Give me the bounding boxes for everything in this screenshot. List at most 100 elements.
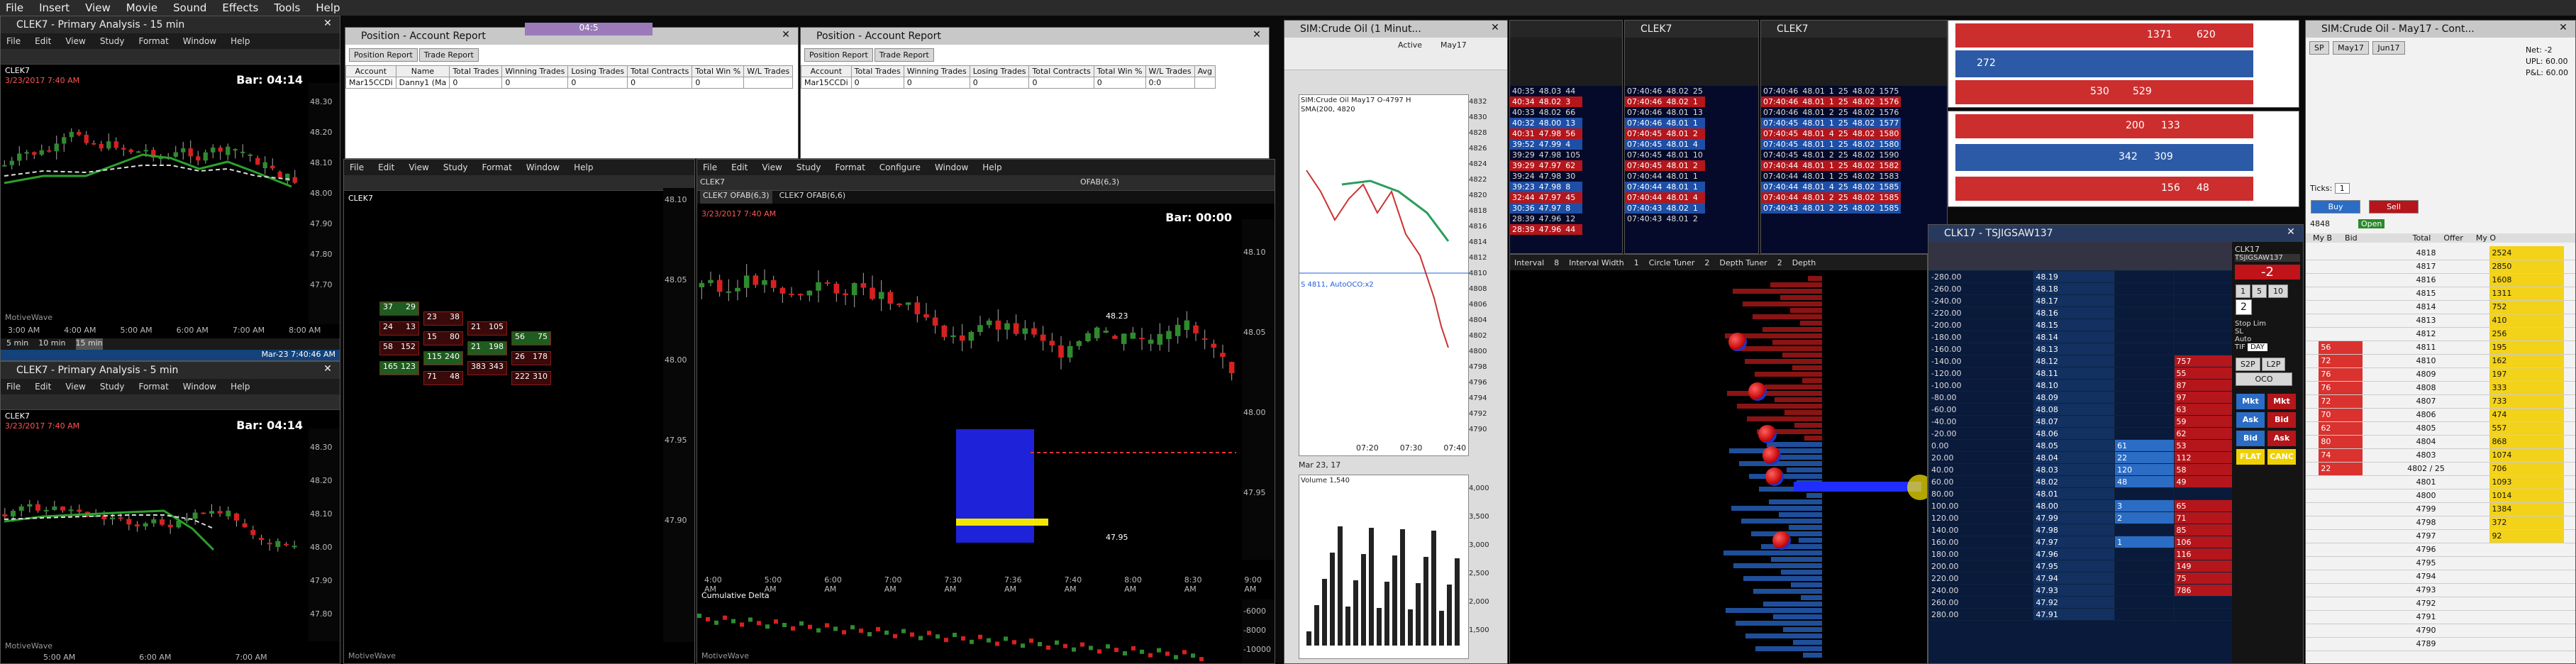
close-icon[interactable]: ✕ [2557, 22, 2570, 35]
menu-item[interactable]: Help [231, 382, 250, 392]
table-row[interactable]: 30:36 47.97 8 [1510, 203, 1583, 214]
table-row[interactable]: 07:40:45 48.01 2 [1625, 128, 1705, 139]
toolbar[interactable]: CLEK7 OFAB(6,3) [697, 175, 1275, 191]
ladder-row[interactable]: 140.00 47.98 85 [1928, 524, 2234, 536]
ask-buy-button[interactable]: Ask [2236, 412, 2265, 428]
dom-row[interactable]: 76 4809 197 [2306, 367, 2575, 382]
auto-checkbox[interactable]: Auto [2235, 336, 2251, 343]
control-value[interactable]: 1 [1634, 258, 1639, 267]
cancel-button[interactable]: CANC [2267, 449, 2296, 465]
dom-row[interactable]: 72 4810 162 [2306, 354, 2575, 368]
table-row[interactable]: 07:40:44 48.01 1 25 48.02 1582 [1761, 160, 1902, 171]
table-row[interactable]: 07:40:46 48.01 13 [1625, 107, 1705, 118]
ladder-row[interactable]: 20.00 48.04 22 112 [1928, 451, 2234, 464]
menu-item[interactable]: File [350, 162, 364, 172]
table-row[interactable]: 39:29 47.97 62 [1510, 160, 1583, 171]
table-row[interactable]: 07:40:45 48.01 1 25 48.02 1580 [1761, 139, 1902, 150]
ladder-row[interactable]: -140.00 48.12 757 [1928, 355, 2234, 367]
ladder-row[interactable]: 120.00 47.99 2 71 [1928, 511, 2234, 524]
menu-item[interactable]: Format [835, 162, 865, 172]
mkt-sell-button[interactable]: Mkt [2267, 394, 2296, 409]
dom-row[interactable]: 4789 [2306, 637, 2575, 651]
menu-item[interactable]: Study [796, 162, 821, 172]
table-row[interactable]: 40:31 47.98 56 [1510, 128, 1583, 139]
ladder-row[interactable]: 240.00 47.93 786 [1928, 584, 2234, 597]
account-select[interactable]: TSJIGSAW137 [2235, 254, 2300, 262]
menu-item[interactable]: File [703, 162, 717, 172]
dom-row[interactable]: 4798 372 [2306, 516, 2575, 530]
dom-row[interactable]: 76 4808 333 [2306, 381, 2575, 395]
flat-button[interactable]: FLAT [2236, 449, 2265, 465]
dom-row[interactable]: 74 4803 1074 [2306, 448, 2575, 463]
table-row[interactable]: 07:40:45 48.01 1 25 48.02 1577 [1761, 118, 1902, 128]
dom-row[interactable]: 4817 2850 [2306, 260, 2575, 274]
dom-row[interactable]: 72 4807 733 [2306, 394, 2575, 409]
table-row[interactable]: 07:40:44 48.01 1 25 48.02 1583 [1761, 171, 1901, 182]
dom-row[interactable]: 4815 1311 [2306, 287, 2575, 301]
close-icon[interactable]: ✕ [1250, 29, 1263, 42]
menu-item[interactable]: Edit [35, 36, 51, 46]
dom-row[interactable]: 4794 [2306, 570, 2575, 584]
table-row[interactable]: 07:40:46 48.01 2 25 48.02 1576 [1761, 107, 1901, 118]
ladder-row[interactable]: -40.00 48.07 59 [1928, 415, 2234, 428]
toolbar[interactable] [344, 175, 694, 191]
table-row[interactable]: 07:40:44 48.01 1 [1625, 182, 1705, 192]
table-row[interactable]: 39:23 47.98 8 [1510, 182, 1583, 192]
table-row[interactable]: 39:29 47.98 105 [1510, 150, 1582, 160]
chart-tab[interactable]: CLEK7 OFAB(6,3) [700, 191, 772, 204]
tab-trade-report[interactable]: Trade Report [874, 48, 934, 62]
ladder-row[interactable]: -120.00 48.11 55 [1928, 367, 2234, 380]
table-row[interactable]: 28:39 47.96 12 [1510, 214, 1582, 224]
dom-row[interactable]: 80 4804 868 [2306, 435, 2575, 449]
menu-insert[interactable]: Insert [39, 1, 70, 14]
recording-bar[interactable]: 04:5 [525, 23, 653, 35]
ladder-row[interactable]: 220.00 47.94 75 [1928, 572, 2234, 585]
table-row[interactable]: 07:40:44 48.01 4 [1625, 192, 1705, 203]
ladder-row[interactable]: -280.00 48.19 [1928, 270, 2234, 283]
menu-item[interactable]: File [6, 382, 21, 392]
menu-item[interactable]: Format [138, 382, 168, 392]
dom-row[interactable]: 62 4805 557 [2306, 421, 2575, 436]
menu-view[interactable]: View [85, 1, 111, 14]
contract-select[interactable]: May17 [1440, 40, 1467, 50]
table-row[interactable]: 07:40:46 48.01 1 [1625, 118, 1705, 128]
table-row[interactable]: Mar15CCDi 0 0 0 0 0 0:0 [801, 77, 1216, 89]
menu-item[interactable]: Configure [879, 162, 921, 172]
table-row[interactable]: 28:39 47.96 44 [1510, 224, 1583, 235]
tab-position-report[interactable]: Position Report [804, 48, 873, 62]
study-select[interactable]: OFAB(6,3) [1080, 177, 1119, 187]
ladder-row[interactable]: 200.00 47.95 149 [1928, 560, 2234, 572]
close-icon[interactable]: ✕ [321, 363, 334, 376]
menu-item[interactable]: Edit [35, 382, 51, 392]
qty-button[interactable]: 10 [2268, 284, 2288, 298]
interval-button[interactable]: 10 min [38, 338, 65, 350]
table-row[interactable]: 07:40:45 48.01 4 25 48.02 1580 [1761, 128, 1902, 139]
dom-row[interactable]: 4816 1608 [2306, 273, 2575, 287]
bid-buy-button[interactable]: Bid [2236, 431, 2265, 446]
dom-row[interactable]: 4814 752 [2306, 300, 2575, 314]
menu-item[interactable]: Help [574, 162, 593, 172]
qty-button[interactable]: 1 [2236, 284, 2250, 298]
menu-movie[interactable]: Movie [126, 1, 157, 14]
table-row[interactable]: 07:40:46 48.02 25 [1625, 86, 1705, 96]
menu-item[interactable]: Help [231, 36, 250, 46]
symbol-select[interactable]: SP [2309, 41, 2329, 55]
menu-item[interactable]: Window [935, 162, 968, 172]
ladder-row[interactable]: 280.00 47.91 [1928, 608, 2234, 621]
menu-item[interactable]: View [65, 36, 85, 46]
sell-button[interactable]: Sell [2369, 200, 2419, 214]
tab-trade-report[interactable]: Trade Report [418, 48, 479, 62]
close-icon[interactable]: ✕ [779, 29, 792, 42]
qty-button[interactable]: 5 [2252, 284, 2267, 298]
table-row[interactable]: 32:44 47.97 45 [1510, 192, 1583, 203]
control-value[interactable]: 2 [1777, 258, 1782, 267]
dom-row[interactable]: 4818 2524 [2306, 246, 2575, 260]
interval-button[interactable]: 15 min [75, 338, 103, 350]
menu-item[interactable]: Format [482, 162, 511, 172]
sl-radio[interactable]: SL [2235, 328, 2243, 336]
table-row[interactable]: 07:40:43 48.01 2 [1625, 214, 1705, 224]
table-row[interactable]: 40:33 48.02 66 [1510, 107, 1582, 118]
menu-item[interactable]: Edit [731, 162, 748, 172]
menu-item[interactable]: View [762, 162, 782, 172]
table-row[interactable]: 07:40:45 48.01 4 [1625, 139, 1705, 150]
